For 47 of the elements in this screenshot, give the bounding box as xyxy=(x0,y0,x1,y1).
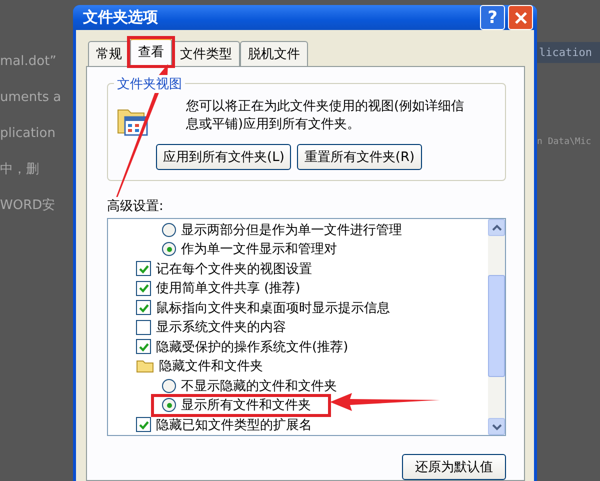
section-label: 高级设置: xyxy=(107,197,164,215)
tab[interactable]: 查看 xyxy=(130,38,172,67)
tab[interactable]: 常规 xyxy=(88,41,130,66)
action-button[interactable]: 重置所有文件夹(R) xyxy=(297,144,422,170)
page-text: lication xyxy=(537,42,600,63)
page-text: 中，删 xyxy=(0,161,39,179)
scroll-down-icon[interactable] xyxy=(488,418,505,435)
checkbox-label: 显示系统文件夹的内容 xyxy=(156,319,286,336)
list-item[interactable]: 隐藏文件和文件夹 xyxy=(159,357,263,376)
radio-button[interactable] xyxy=(162,398,176,412)
radio-button[interactable] xyxy=(162,378,176,393)
scroll-up-icon[interactable] xyxy=(488,219,505,236)
checkbox[interactable] xyxy=(136,320,151,335)
checkbox[interactable] xyxy=(136,300,151,316)
help-button[interactable]: ? xyxy=(480,5,505,30)
checkbox[interactable] xyxy=(136,339,151,354)
page-text: n Data\Mic xyxy=(537,137,592,147)
group-title: 文件夹视图 xyxy=(114,75,185,93)
radio-label: 显示所有文件和文件夹 xyxy=(181,397,311,414)
page-text: mal.dot” xyxy=(0,53,56,71)
folder-icon xyxy=(136,359,154,374)
radio-button[interactable] xyxy=(162,222,176,237)
tab[interactable]: 文件类型 xyxy=(172,41,240,66)
close-icon xyxy=(514,10,528,24)
radio-button[interactable] xyxy=(162,242,176,256)
checkbox-label: 记在每个文件夹的视图设置 xyxy=(156,260,312,278)
checkbox-label: 隐藏受保护的操作系统文件(推荐) xyxy=(156,338,348,356)
checkbox-label: 使用简单文件共享 (推荐) xyxy=(156,280,300,298)
action-button[interactable]: 应用到所有文件夹(L) xyxy=(156,144,292,170)
scroll-thumb[interactable] xyxy=(488,275,505,377)
tab[interactable]: 脱机文件 xyxy=(240,41,308,66)
page-text: WORD安 xyxy=(0,197,56,215)
scrollbar[interactable] xyxy=(488,219,505,435)
radio-label: 作为单一文件显示和管理对 xyxy=(181,241,337,258)
checkbox[interactable] xyxy=(136,417,151,432)
page-text: plication xyxy=(0,125,56,143)
checkbox[interactable] xyxy=(136,280,151,296)
checkbox-label: 隐藏已知文件类型的扩展名 xyxy=(156,416,312,434)
restore-defaults-button[interactable]: 还原为默认值 xyxy=(402,454,506,480)
window-title: 文件夹选项 xyxy=(82,8,159,27)
checkbox-label: 鼠标指向文件夹和桌面项时显示提示信息 xyxy=(156,300,390,317)
radio-label: 显示两部分但是作为单一文件进行管理 xyxy=(181,222,402,239)
page-text: uments a xyxy=(0,89,62,107)
description-text: 您可以将正在为此文件夹使用的视图(例如详细信息或平铺)应用到所有文件夹。 xyxy=(186,98,466,134)
close-button[interactable] xyxy=(508,5,533,30)
checkbox[interactable] xyxy=(136,261,151,276)
radio-label: 不显示隐藏的文件和文件夹 xyxy=(181,378,337,395)
